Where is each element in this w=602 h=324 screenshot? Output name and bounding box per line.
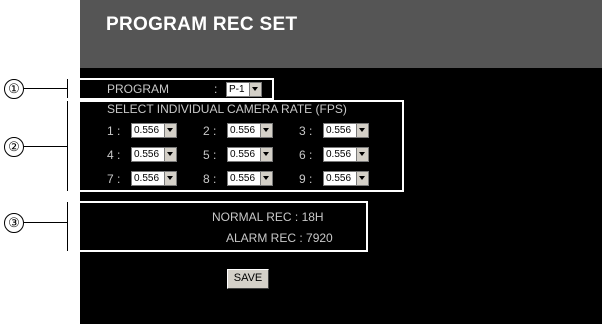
chevron-down-icon[interactable] <box>260 172 272 185</box>
camera-9-label: 9 : <box>299 172 313 186</box>
camera-4-label: 4 : <box>107 148 121 162</box>
camera-5-rate-value: 0.556 <box>230 149 256 160</box>
callout-2-leader <box>24 146 68 147</box>
camera-9-rate-value: 0.556 <box>326 173 352 184</box>
camera-rate-title: SELECT INDIVIDUAL CAMERA RATE (FPS) <box>107 102 347 116</box>
camera-7-rate-value: 0.556 <box>134 173 160 184</box>
camera-2-rate-value: 0.556 <box>230 125 256 136</box>
camera-1-label: 1 : <box>107 124 121 138</box>
program-select-value: P-1 <box>229 84 245 95</box>
program-colon: : <box>214 82 218 96</box>
camera-3-rate-value: 0.556 <box>326 125 352 136</box>
camera-8-rate-select[interactable]: 0.556 <box>227 171 273 186</box>
camera-5-label: 5 : <box>203 148 217 162</box>
page-title: PROGRAM REC SET <box>106 14 298 35</box>
save-button[interactable]: SAVE <box>227 269 269 289</box>
chevron-down-icon[interactable] <box>164 124 176 137</box>
chevron-down-icon[interactable] <box>356 148 368 161</box>
camera-6-rate-select[interactable]: 0.556 <box>323 147 369 162</box>
camera-3-label: 3 : <box>299 124 313 138</box>
camera-3-rate-select[interactable]: 0.556 <box>323 123 369 138</box>
chevron-down-icon[interactable] <box>260 148 272 161</box>
callout-2: ② <box>4 137 24 157</box>
chevron-down-icon[interactable] <box>249 83 261 96</box>
alarm-rec-text: ALARM REC : 7920 <box>226 231 333 245</box>
chevron-down-icon[interactable] <box>356 124 368 137</box>
chevron-down-icon[interactable] <box>164 148 176 161</box>
camera-8-rate-value: 0.556 <box>230 173 256 184</box>
chevron-down-icon[interactable] <box>356 172 368 185</box>
camera-1-rate-value: 0.556 <box>134 125 160 136</box>
callout-1: ① <box>4 79 24 99</box>
camera-4-rate-value: 0.556 <box>134 149 160 160</box>
camera-1-rate-select[interactable]: 0.556 <box>131 123 177 138</box>
chevron-down-icon[interactable] <box>164 172 176 185</box>
camera-2-label: 2 : <box>203 124 217 138</box>
camera-2-rate-select[interactable]: 0.556 <box>227 123 273 138</box>
camera-8-label: 8 : <box>203 172 217 186</box>
camera-5-rate-select[interactable]: 0.556 <box>227 147 273 162</box>
callout-3: ③ <box>4 213 24 233</box>
callout-1-leader <box>24 88 68 89</box>
camera-4-rate-select[interactable]: 0.556 <box>131 147 177 162</box>
camera-9-rate-select[interactable]: 0.556 <box>323 171 369 186</box>
program-select[interactable]: P-1 <box>226 82 262 97</box>
chevron-down-icon[interactable] <box>260 124 272 137</box>
normal-rec-text: NORMAL REC : 18H <box>212 210 324 224</box>
callout-3-leader <box>24 222 68 223</box>
camera-6-rate-value: 0.556 <box>326 149 352 160</box>
header-bar: PROGRAM REC SET <box>80 0 602 68</box>
camera-6-label: 6 : <box>299 148 313 162</box>
camera-7-rate-select[interactable]: 0.556 <box>131 171 177 186</box>
program-label: PROGRAM <box>107 82 170 96</box>
camera-7-label: 7 : <box>107 172 121 186</box>
